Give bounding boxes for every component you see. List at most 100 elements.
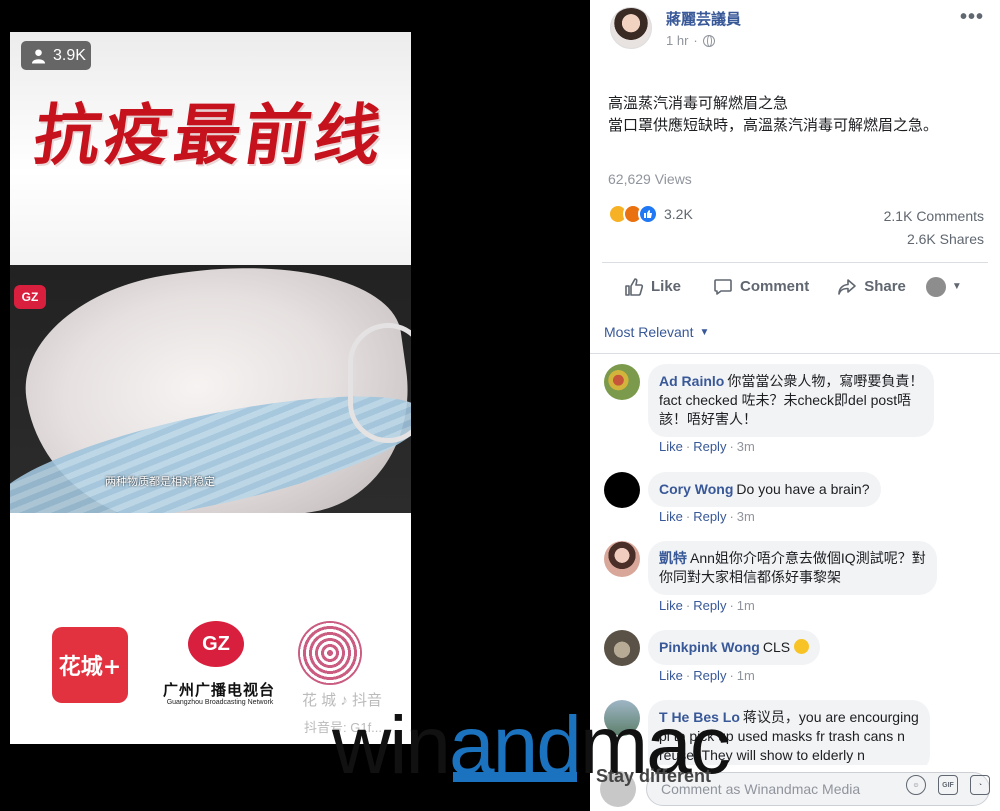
- comment-actions: Like · Reply · 1m: [659, 668, 755, 683]
- comment-text-line: 你同對大家相信都係好事黎架: [659, 569, 841, 585]
- person-icon: [31, 48, 46, 63]
- post-body: 當口罩供應短缺時，高溫蒸汽消毒可解燃眉之急。: [608, 117, 939, 134]
- comment-text-line: Do you have a brain?: [736, 481, 870, 497]
- commenter-name[interactable]: Pinkpink Wong: [659, 639, 760, 655]
- watermark-underline: [453, 772, 577, 782]
- view-as-selector[interactable]: ▼: [925, 276, 962, 297]
- flower-logo: [298, 621, 362, 685]
- like-reaction-icon: [638, 204, 658, 224]
- comment-time[interactable]: 3m: [737, 509, 755, 524]
- share-button[interactable]: Share: [825, 277, 918, 297]
- tiktok-label: 花 城 ♪ 抖音: [302, 692, 383, 709]
- comment-label: Comment: [740, 278, 810, 295]
- viewer-count: 3.9K: [53, 46, 86, 64]
- post-action-bar: Like Comment Share ▼: [602, 262, 988, 310]
- commenter-avatar[interactable]: [604, 472, 640, 508]
- comment-bubble: 凱特 Ann姐你介唔介意去做個IQ測試呢？對 你同對大家相信都係好事黎架: [648, 541, 937, 595]
- gz-logo: GZ: [188, 621, 244, 667]
- comment-text-line: 你當當公衆人物，寫嘢要負責！: [727, 373, 924, 389]
- reaction-summary[interactable]: 3.2K: [608, 204, 693, 224]
- video-subtitle: 两种物质都是相对稳定: [105, 476, 215, 488]
- mask-ear-loop: [348, 323, 411, 443]
- post-title: 高溫蒸汽消毒可解燃眉之急: [608, 95, 789, 112]
- commenter-name[interactable]: Ad Rainlo: [659, 373, 724, 389]
- comment-reply-link[interactable]: Reply: [693, 439, 726, 454]
- reaction-count: 3.2K: [664, 206, 693, 222]
- commenter-name[interactable]: T He Bes Lo: [659, 709, 740, 725]
- page-avatar-icon: [925, 276, 946, 297]
- video-logo-area: 花城+ GZ 广州广播电视台 Guangzhou Broadcasting Ne…: [10, 513, 411, 744]
- share-icon: [838, 278, 856, 295]
- tiktok-id: 抖音号: G1f...: [304, 720, 383, 735]
- gif-icon[interactable]: GIF: [938, 775, 958, 795]
- commenter-avatar[interactable]: [604, 700, 640, 736]
- divider: [590, 353, 1000, 354]
- comment-bubble: T He Bes Lo 蒋议员，you are encourging pl to …: [648, 700, 930, 773]
- comment-sort-dropdown[interactable]: Most Relevant ▼: [604, 324, 709, 340]
- video-player[interactable]: 3.9K 抗疫最前线 GZ 两种物质都是相对稳定 花城+ GZ 广州广播电视台 …: [10, 32, 411, 744]
- emoji-icon[interactable]: ☺: [906, 775, 926, 795]
- author-avatar[interactable]: [610, 7, 652, 49]
- comment-text-line: Ann姐你介唔介意去做個IQ測試呢？對: [690, 550, 926, 566]
- comment-button[interactable]: Comment: [701, 277, 821, 297]
- gz-logo-english: Guangzhou Broadcasting Network: [166, 699, 274, 706]
- comment-bubble: Pinkpink Wong CLS: [648, 630, 820, 665]
- globe-icon[interactable]: [702, 34, 715, 47]
- facebook-post-panel: 蔣麗芸議員 1 hr · ••• 高溫蒸汽消毒可解燃眉之急 當口罩供應短缺時，高…: [590, 0, 1000, 811]
- comment-time[interactable]: 1m: [737, 668, 755, 683]
- like-button[interactable]: Like: [612, 277, 693, 297]
- more-options-icon[interactable]: •••: [960, 6, 984, 29]
- sticker-icon[interactable]: ◔: [970, 775, 990, 795]
- current-user-avatar: [600, 771, 636, 807]
- comment-like-link[interactable]: Like: [659, 509, 683, 524]
- comment-text-line: pl to pick up used masks fr trash cans n: [659, 728, 905, 744]
- comment-actions: Like · Reply · 3m: [659, 439, 755, 454]
- comment-like-link[interactable]: Like: [659, 668, 683, 683]
- comment-text-line: 該！唔好害人！: [659, 411, 757, 427]
- comment-bubble: Ad Rainlo 你當當公衆人物，寫嘢要負責！ fact checked 咗未？…: [648, 364, 935, 437]
- video-title-area: 3.9K 抗疫最前线: [10, 32, 411, 265]
- comment-text-line: 蒋议员，you are encourging: [742, 709, 919, 725]
- gz-logo-chinese: 广州广播电视台: [162, 682, 275, 699]
- shares-count-link[interactable]: 2.6K Shares: [907, 231, 984, 247]
- comment-reply-link[interactable]: Reply: [693, 598, 726, 613]
- video-headline: 抗疫最前线: [29, 96, 391, 174]
- comment-bubble: Cory Wong Do you have a brain?: [648, 472, 881, 507]
- commenter-avatar[interactable]: [604, 541, 640, 577]
- thumbs-up-icon: [625, 277, 644, 296]
- caret-down-icon: ▼: [951, 281, 962, 292]
- huacheng-logo: 花城+: [52, 627, 128, 703]
- comment-actions: Like · Reply · 1m: [659, 598, 755, 613]
- comment-time[interactable]: 1m: [737, 598, 755, 613]
- comment-icon: [714, 278, 732, 295]
- commenter-avatar[interactable]: [604, 630, 640, 666]
- comment-text-line: CLS: [762, 639, 791, 655]
- comment-text-line: reuse! They will show to elderly n: [659, 747, 865, 763]
- gz-logo-badge: GZ: [14, 285, 46, 309]
- watermark-part-and: and: [449, 700, 582, 791]
- comment-time[interactable]: 3m: [737, 439, 755, 454]
- share-label: Share: [864, 278, 906, 295]
- meta-separator: ·: [693, 33, 698, 48]
- viewer-count-badge: 3.9K: [21, 41, 91, 70]
- post-meta: 1 hr ·: [666, 33, 715, 48]
- comment-reply-link[interactable]: Reply: [693, 668, 726, 683]
- author-name-link[interactable]: 蔣麗芸議員: [666, 8, 741, 29]
- video-frame: GZ 两种物质都是相对稳定: [10, 265, 411, 513]
- view-count: 62,629 Views: [608, 171, 692, 187]
- laughing-emoji-icon: [793, 639, 809, 654]
- commenter-name[interactable]: 凱特: [659, 550, 687, 566]
- comment-like-link[interactable]: Like: [659, 598, 683, 613]
- sort-label: Most Relevant: [604, 324, 694, 340]
- caret-down-icon: ▼: [699, 326, 710, 338]
- comment-reply-link[interactable]: Reply: [693, 509, 726, 524]
- comment-text-line: fact checked 咗未？未check即del post唔: [659, 392, 912, 408]
- commenter-avatar[interactable]: [604, 364, 640, 400]
- comment-composer: Comment as Winandmac Media ☺ GIF ◔: [590, 765, 1000, 811]
- comment-input-placeholder: Comment as Winandmac Media: [661, 781, 861, 797]
- comment-like-link[interactable]: Like: [659, 439, 683, 454]
- post-time[interactable]: 1 hr: [666, 33, 688, 48]
- composer-tools: ☺ GIF ◔: [906, 775, 990, 795]
- comments-count-link[interactable]: 2.1K Comments: [884, 208, 984, 224]
- commenter-name[interactable]: Cory Wong: [659, 481, 733, 497]
